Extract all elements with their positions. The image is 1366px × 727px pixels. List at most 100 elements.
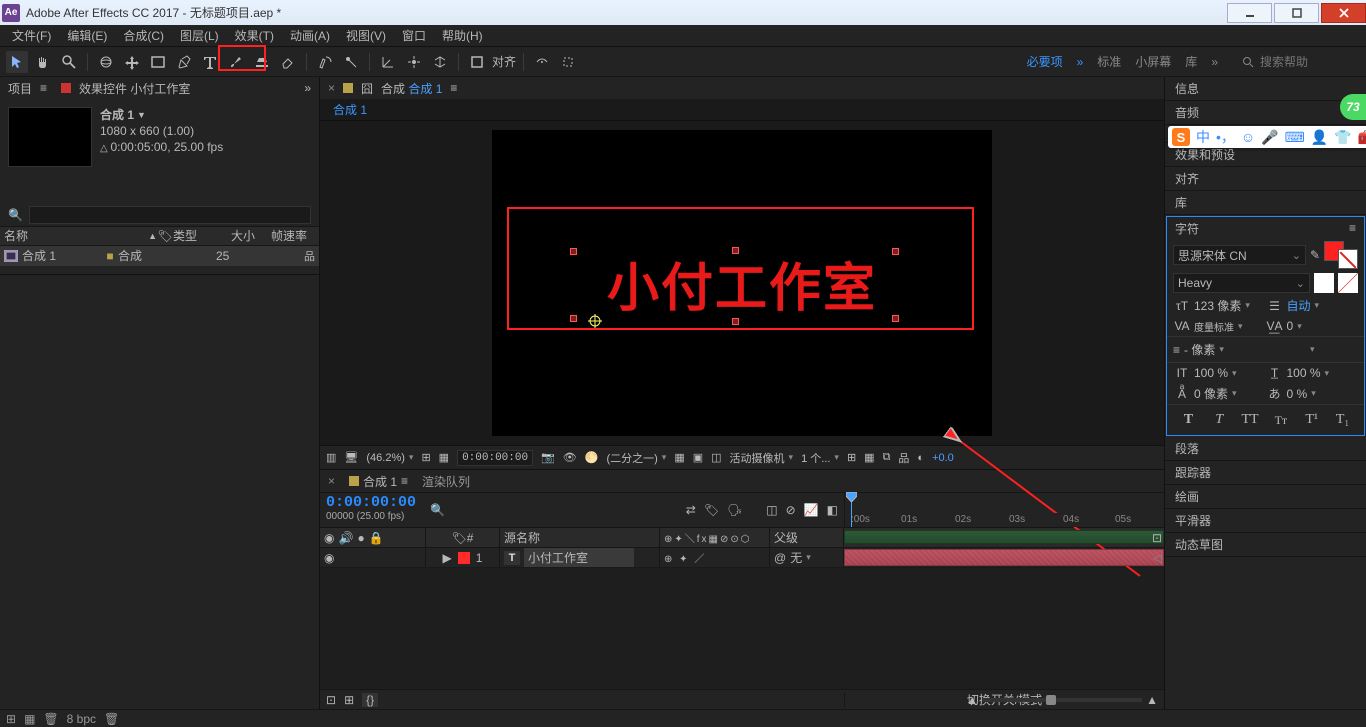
orbit-camera-tool[interactable] [95, 51, 117, 73]
brainstorm-icon[interactable]: ◧ [827, 503, 838, 517]
composition-canvas[interactable]: 小付工作室 [492, 130, 992, 436]
timeline-zoom-slider[interactable]: ▲ ▲ [966, 693, 1158, 707]
character-panel-title[interactable]: 字符 [1175, 220, 1199, 237]
faux-italic-button[interactable]: T [1209, 411, 1229, 429]
hscale-value[interactable]: 100 % [1287, 366, 1330, 380]
pen-tool[interactable] [173, 51, 195, 73]
ime-toolbox-icon[interactable]: 🧰 [1358, 129, 1366, 146]
timeline-search-icon[interactable]: 🔍 [430, 503, 445, 517]
toggle-switches-icon[interactable]: ⊡ [326, 693, 336, 707]
swap-colors-swatch[interactable] [1314, 273, 1334, 293]
guides-icon[interactable]: ▣ [693, 451, 703, 464]
paint-panel-header[interactable]: 绘画 [1165, 485, 1366, 509]
subscript-button[interactable]: T₁ [1333, 411, 1353, 429]
small-caps-button[interactable]: Tᴛ [1271, 411, 1291, 429]
menu-animation[interactable]: 动画(A) [282, 25, 338, 46]
stroke-style-dropdown[interactable] [1308, 344, 1358, 355]
ime-voice-icon[interactable]: 🎤 [1261, 129, 1278, 146]
window-maximize-button[interactable] [1274, 3, 1319, 23]
pixel-aspect-icon[interactable]: ⊞ [847, 451, 856, 464]
col-type[interactable]: 类型 [173, 227, 231, 244]
layer-color-chip[interactable] [458, 552, 470, 564]
ime-toolbar[interactable]: S 中 •， ☺ 🎤 ⌨ 👤 👕 🧰 [1168, 126, 1366, 148]
brush-tool[interactable] [225, 51, 247, 73]
layer-expand-icon[interactable]: ▶ [443, 551, 452, 565]
roto-brush-tool[interactable] [314, 51, 336, 73]
viewer-timecode[interactable]: 0:00:00:00 [457, 450, 533, 466]
vscale-value[interactable]: 100 % [1194, 366, 1237, 380]
workspace-small[interactable]: 小屏幕 [1135, 53, 1171, 70]
toggle-transparency-icon[interactable]: 🖥 [344, 451, 358, 464]
libraries-panel-header[interactable]: 库 [1165, 191, 1366, 215]
hand-tool[interactable] [32, 51, 54, 73]
switches-column[interactable]: ⊕✦＼fx▦⊘⊙⬡ [664, 530, 751, 545]
stroke-width-value[interactable]: - 像素 [1184, 341, 1304, 358]
views-dropdown[interactable]: 1 个... [801, 450, 839, 466]
tl-options-icon[interactable]: ⊡ [1152, 531, 1162, 545]
ime-punct-icon[interactable]: •， [1216, 127, 1235, 147]
comp-flow-link[interactable]: 合成 1 [328, 98, 372, 121]
project-search-icon[interactable]: 🔍 [8, 208, 23, 222]
status-icon-3[interactable]: 🗑 [43, 712, 58, 726]
num-column[interactable]: # [467, 531, 474, 545]
window-minimize-button[interactable] [1227, 3, 1272, 23]
mask-icon[interactable]: ◫ [711, 451, 721, 464]
help-search-input[interactable] [1260, 55, 1360, 69]
project-row-comp1[interactable]: 合成 1 ■ 合成 25 品 [0, 246, 319, 266]
parent-pickwhip-icon[interactable]: @ [774, 551, 786, 565]
timeline-layer-row-1[interactable]: ◉ ▶ 1 T 小付工作室 ⊕ ✦ ／ @ 无 ◁ [320, 548, 1164, 568]
work-area-bar[interactable] [844, 530, 1164, 544]
puppet-pin-tool[interactable] [340, 51, 362, 73]
eraser-tool[interactable] [277, 51, 299, 73]
align-panel-header[interactable]: 对齐 [1165, 167, 1366, 191]
menu-effect[interactable]: 效果(T) [227, 25, 282, 46]
snap-rect-icon[interactable] [466, 51, 488, 73]
zoom-dropdown[interactable]: (46.2%) [366, 452, 413, 464]
paragraph-panel-header[interactable]: 段落 [1165, 437, 1366, 461]
info-panel-header[interactable]: 信息 [1165, 77, 1366, 101]
sogou-logo-icon[interactable]: S [1172, 128, 1190, 146]
graph-editor-icon[interactable]: 📈 [804, 503, 819, 517]
selection-tool[interactable] [6, 51, 28, 73]
ime-skin-icon[interactable]: 👕 [1334, 129, 1351, 146]
menu-edit[interactable]: 编辑(E) [59, 25, 115, 46]
layer-duration-bar[interactable] [844, 549, 1164, 566]
world-axis-tool[interactable] [403, 51, 425, 73]
grid-icon[interactable]: ▦ [674, 451, 684, 464]
font-style-dropdown[interactable]: Heavy [1173, 273, 1310, 293]
status-icon-2[interactable]: ▦ [24, 712, 35, 726]
timeline-tab-comp1[interactable]: 合成 1 [363, 473, 397, 490]
menu-window[interactable]: 窗口 [394, 25, 434, 46]
camera-dropdown[interactable]: 活动摄像机 [730, 450, 794, 466]
resolution-half-icon[interactable]: ▦ [439, 451, 449, 464]
view-axis-tool[interactable] [429, 51, 451, 73]
project-tab[interactable]: 项目 [8, 80, 32, 97]
time-ruler[interactable]: :00s 01s 02s 03s 04s 05s [845, 513, 1164, 527]
motion-blur-icon[interactable]: ⊘ [786, 503, 796, 517]
menu-layer[interactable]: 图层(L) [172, 25, 227, 46]
ime-user-icon[interactable]: 👤 [1311, 129, 1328, 146]
eyedropper-icon[interactable]: ✎ [1310, 248, 1320, 262]
resolution-dropdown[interactable]: (二分之一) [606, 450, 666, 466]
snap-collapse-icon[interactable] [557, 51, 579, 73]
rectangle-tool[interactable] [147, 51, 169, 73]
comp-tab-label[interactable]: 合成 合成 1 [381, 80, 442, 97]
toggle-in-out-icon[interactable]: {} [362, 693, 378, 707]
tracker-panel-header[interactable]: 跟踪器 [1165, 461, 1366, 485]
floating-badge[interactable]: 73 [1340, 94, 1366, 120]
shy-icon[interactable]: 🗣 [727, 503, 742, 517]
label-column-icon[interactable]: 🏷 [452, 531, 467, 545]
tl-icon-2[interactable]: 🏷 [704, 503, 719, 517]
col-size[interactable]: 大小 [231, 227, 271, 244]
snap-along-edges-icon[interactable] [531, 51, 553, 73]
superscript-button[interactable]: T¹ [1302, 411, 1322, 429]
render-queue-tab[interactable]: 渲染队列 [422, 473, 470, 490]
col-fps[interactable]: 帧速率 [271, 227, 315, 244]
layer-name[interactable]: 小付工作室 [524, 548, 634, 567]
audio-column-icon[interactable]: 🔊 [338, 531, 353, 545]
menu-composition[interactable]: 合成(C) [115, 25, 172, 46]
show-snapshot-icon[interactable]: 👁 [563, 451, 577, 464]
snapping-label[interactable]: 对齐 [492, 53, 516, 70]
source-name-column[interactable]: 源名称 [504, 529, 540, 546]
parent-column[interactable]: 父级 [774, 529, 798, 546]
